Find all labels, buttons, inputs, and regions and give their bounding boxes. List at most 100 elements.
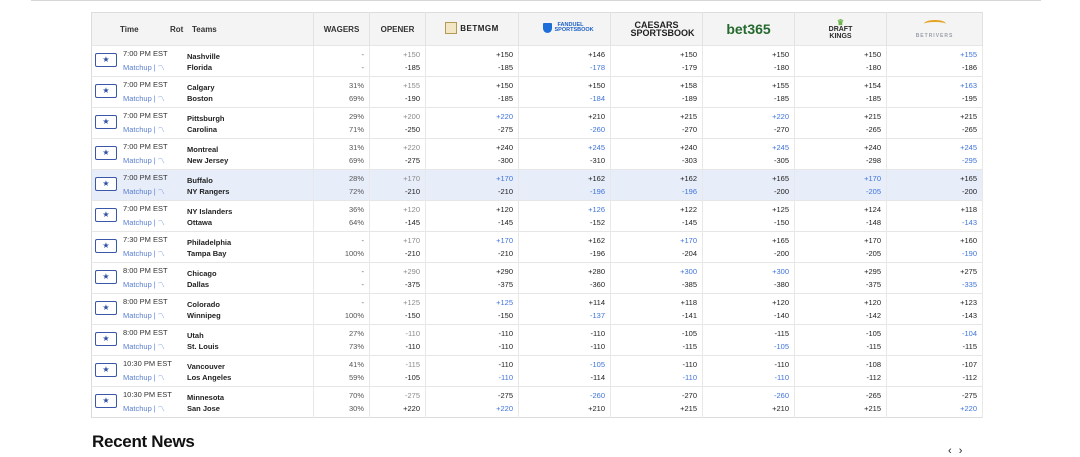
book-odds-cell[interactable]: +118 -141	[610, 293, 703, 325]
odds-home[interactable]: -196	[519, 247, 605, 260]
odds-away[interactable]: +280	[519, 265, 605, 278]
book-odds-cell[interactable]: -104 -115	[886, 324, 983, 356]
odds-away[interactable]: +150	[703, 48, 789, 61]
line-chart-icon[interactable]: 〽	[158, 65, 165, 72]
away-team[interactable]: Minnesota	[187, 392, 224, 403]
matchup-link[interactable]: Matchup | 〽	[123, 373, 165, 383]
book-odds-cell[interactable]: +124 -148	[794, 200, 887, 232]
home-team[interactable]: Boston	[187, 93, 215, 104]
favorite-star-button[interactable]: ★	[95, 301, 117, 315]
book-odds-cell[interactable]: +215 -265	[794, 107, 887, 139]
away-team[interactable]: Colorado	[187, 299, 221, 310]
odds-home[interactable]: -360	[519, 278, 605, 291]
odds-home[interactable]: -110	[611, 371, 697, 384]
favorite-star-button[interactable]: ★	[95, 270, 117, 284]
odds-home[interactable]: -205	[795, 185, 881, 198]
book-odds-cell[interactable]: +120 -140	[702, 293, 795, 325]
odds-away[interactable]: +245	[703, 141, 789, 154]
header-time[interactable]: Time	[92, 25, 170, 34]
away-team[interactable]: Nashville	[187, 51, 220, 62]
book-odds-cell[interactable]: -270 +215	[610, 386, 703, 418]
book-odds-cell[interactable]: +123 -143	[886, 293, 983, 325]
odds-home[interactable]: -186	[887, 61, 977, 74]
book-odds-cell[interactable]: +160 -190	[886, 231, 983, 263]
line-chart-icon[interactable]: 〽	[158, 375, 165, 382]
matchup-label[interactable]: Matchup	[123, 342, 152, 351]
odds-home[interactable]: -145	[611, 216, 697, 229]
odds-away[interactable]: +120	[795, 296, 881, 309]
odds-away[interactable]: +215	[887, 110, 977, 123]
odds-away[interactable]: -110	[703, 358, 789, 371]
odds-away[interactable]: +170	[795, 172, 881, 185]
odds-home[interactable]: -112	[795, 371, 881, 384]
matchup-label[interactable]: Matchup	[123, 125, 152, 134]
matchup-label[interactable]: Matchup	[123, 156, 152, 165]
odds-away[interactable]: +210	[519, 110, 605, 123]
book-odds-cell[interactable]: +170 -204	[610, 231, 703, 263]
favorite-star-button[interactable]: ★	[95, 177, 117, 191]
odds-home[interactable]: -196	[611, 185, 697, 198]
away-team[interactable]: Montreal	[187, 144, 228, 155]
odds-home[interactable]: -185	[426, 92, 513, 105]
book-odds-cell[interactable]: +240 -303	[610, 138, 703, 170]
odds-home[interactable]: +210	[703, 402, 789, 415]
matchup-link[interactable]: Matchup | 〽	[123, 187, 165, 197]
book-odds-cell[interactable]: +162 -196	[610, 169, 703, 201]
line-chart-icon[interactable]: 〽	[158, 344, 165, 351]
odds-away[interactable]: -110	[426, 327, 513, 340]
odds-away[interactable]: +170	[426, 234, 513, 247]
book-odds-cell[interactable]: +245 -295	[886, 138, 983, 170]
book-odds-cell[interactable]: -110 -110	[425, 324, 519, 356]
header-wagers[interactable]: WAGERS	[313, 12, 370, 46]
odds-home[interactable]: -180	[795, 61, 881, 74]
odds-home[interactable]: -335	[887, 278, 977, 291]
book-odds-cell[interactable]: +240 -300	[425, 138, 519, 170]
book-odds-cell[interactable]: +170 -210	[425, 231, 519, 263]
odds-home[interactable]: -142	[795, 309, 881, 322]
favorite-star-button[interactable]: ★	[95, 239, 117, 253]
favorite-star-button[interactable]: ★	[95, 208, 117, 222]
odds-home[interactable]: -196	[519, 185, 605, 198]
odds-away[interactable]: +150	[426, 48, 513, 61]
odds-away[interactable]: -260	[519, 389, 605, 402]
odds-away[interactable]: -260	[703, 389, 789, 402]
odds-home[interactable]: -275	[426, 123, 513, 136]
odds-home[interactable]: -205	[795, 247, 881, 260]
favorite-star-button[interactable]: ★	[95, 115, 117, 129]
book-odds-cell[interactable]: +300 -380	[702, 262, 795, 294]
odds-away[interactable]: +165	[703, 172, 789, 185]
line-chart-icon[interactable]: 〽	[158, 406, 165, 413]
odds-home[interactable]: -298	[795, 154, 881, 167]
book-odds-cell[interactable]: +245 -305	[702, 138, 795, 170]
odds-away[interactable]: +215	[611, 110, 697, 123]
matchup-label[interactable]: Matchup	[123, 249, 152, 258]
odds-away[interactable]: +290	[426, 265, 513, 278]
odds-away[interactable]: +123	[887, 296, 977, 309]
book-odds-cell[interactable]: +245 -310	[518, 138, 611, 170]
odds-away[interactable]: +150	[611, 48, 697, 61]
odds-away[interactable]: +220	[703, 110, 789, 123]
odds-home[interactable]: -200	[887, 185, 977, 198]
book-odds-cell[interactable]: +165 -200	[702, 231, 795, 263]
odds-home[interactable]: -265	[887, 123, 977, 136]
book-odds-cell[interactable]: -105 -115	[610, 324, 703, 356]
book-odds-cell[interactable]: +146 -178	[518, 45, 611, 77]
odds-home[interactable]: -110	[703, 371, 789, 384]
odds-home[interactable]: -200	[703, 185, 789, 198]
odds-away[interactable]: -275	[426, 389, 513, 402]
book-odds-cell[interactable]: +300 -385	[610, 262, 703, 294]
odds-away[interactable]: -270	[611, 389, 697, 402]
book-odds-cell[interactable]: +125 -150	[425, 293, 519, 325]
odds-away[interactable]: +120	[703, 296, 789, 309]
home-team[interactable]: San Jose	[187, 403, 224, 414]
line-chart-icon[interactable]: 〽	[158, 127, 165, 134]
odds-home[interactable]: -141	[611, 309, 697, 322]
odds-away[interactable]: +125	[703, 203, 789, 216]
book-odds-cell[interactable]: +162 -196	[518, 231, 611, 263]
odds-home[interactable]: -185	[426, 61, 513, 74]
home-team[interactable]: Carolina	[187, 124, 225, 135]
book-odds-cell[interactable]: +120 -145	[425, 200, 519, 232]
matchup-link[interactable]: Matchup | 〽	[123, 63, 165, 73]
book-draftkings[interactable]: ♛ DRAFT KINGS	[794, 12, 887, 46]
book-odds-cell[interactable]: +155 -186	[886, 45, 983, 77]
